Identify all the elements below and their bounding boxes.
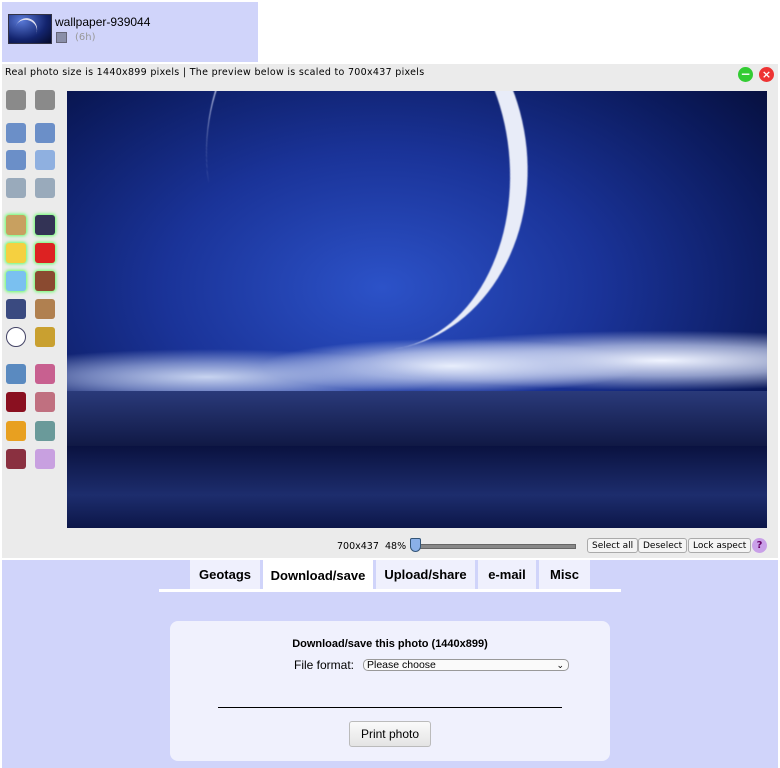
minimize-icon[interactable]: −: [738, 67, 753, 82]
divider: [218, 707, 562, 708]
photo-frame-icon[interactable]: [35, 299, 55, 319]
file-format-label: File format:: [294, 658, 355, 672]
frame-icon[interactable]: [35, 178, 55, 198]
rotate-left-icon[interactable]: [35, 123, 55, 143]
overlay-icon[interactable]: [35, 449, 55, 469]
flip-icon[interactable]: [6, 150, 26, 170]
zoom-slider[interactable]: [414, 544, 576, 549]
zoom-percent: 48%: [385, 541, 407, 552]
bars-icon[interactable]: [6, 392, 26, 412]
photo-title[interactable]: wallpaper-939044: [55, 15, 150, 29]
text-icon[interactable]: [6, 271, 26, 291]
photo-size-info: Real photo size is 1440x899 pixels | The…: [5, 67, 425, 78]
heart-icon[interactable]: [35, 243, 55, 263]
file-format-value: Please choose: [367, 659, 436, 671]
face-icon[interactable]: [6, 215, 26, 235]
tab-underline: [159, 589, 621, 592]
tab-geotags[interactable]: Geotags: [190, 560, 260, 590]
tab-misc[interactable]: Misc: [539, 560, 590, 590]
red-eye-icon[interactable]: [6, 449, 26, 469]
sharpen-icon[interactable]: [35, 421, 55, 441]
border-icon[interactable]: [35, 327, 55, 347]
options-panel: Geotags Download/save Upload/share e-mai…: [2, 560, 778, 768]
water: [67, 446, 767, 528]
silhouette-icon[interactable]: [35, 271, 55, 291]
texture-icon[interactable]: [6, 421, 26, 441]
adjust-icon[interactable]: [6, 364, 26, 384]
preview-dimensions: 700x437: [337, 541, 379, 552]
download-card: Download/save this photo (1440x899) File…: [170, 621, 610, 761]
smiley-icon[interactable]: [6, 243, 26, 263]
photo-thumbnail[interactable]: [8, 14, 52, 44]
lock-aspect-button[interactable]: Lock aspect: [688, 538, 752, 553]
download-heading: Download/save this photo (1440x899): [292, 638, 488, 650]
help-icon[interactable]: ?: [752, 538, 767, 553]
file-format-select[interactable]: Please choose ⌄: [363, 659, 569, 671]
chevron-down-icon: ⌄: [556, 660, 564, 670]
poster-icon[interactable]: [6, 299, 26, 319]
resize-icon[interactable]: [35, 150, 55, 170]
camera-icon[interactable]: [35, 215, 55, 235]
select-all-button[interactable]: Select all: [587, 538, 639, 553]
undo-icon[interactable]: [6, 90, 26, 110]
redo-icon[interactable]: [35, 90, 55, 110]
print-photo-button[interactable]: Print photo: [349, 721, 431, 747]
mountains: [67, 391, 767, 451]
photo-preview[interactable]: [67, 91, 767, 528]
photo-header: wallpaper-939044 (6h): [2, 2, 258, 62]
stripes-icon[interactable]: [35, 392, 55, 412]
close-icon[interactable]: ×: [759, 67, 774, 82]
tab-upload-share[interactable]: Upload/share: [376, 560, 475, 590]
colors-icon[interactable]: [35, 364, 55, 384]
speech-bubble-icon[interactable]: [6, 327, 26, 347]
photo-age: (6h): [75, 32, 96, 43]
tab-download-save[interactable]: Download/save: [263, 560, 373, 590]
crop-icon[interactable]: [6, 178, 26, 198]
editor-panel: Real photo size is 1440x899 pixels | The…: [2, 64, 778, 558]
rotate-icon[interactable]: [6, 123, 26, 143]
edit-icon[interactable]: [56, 32, 67, 43]
zoom-slider-handle[interactable]: [410, 538, 421, 552]
tab-email[interactable]: e-mail: [478, 560, 536, 590]
deselect-button[interactable]: Deselect: [638, 538, 688, 553]
